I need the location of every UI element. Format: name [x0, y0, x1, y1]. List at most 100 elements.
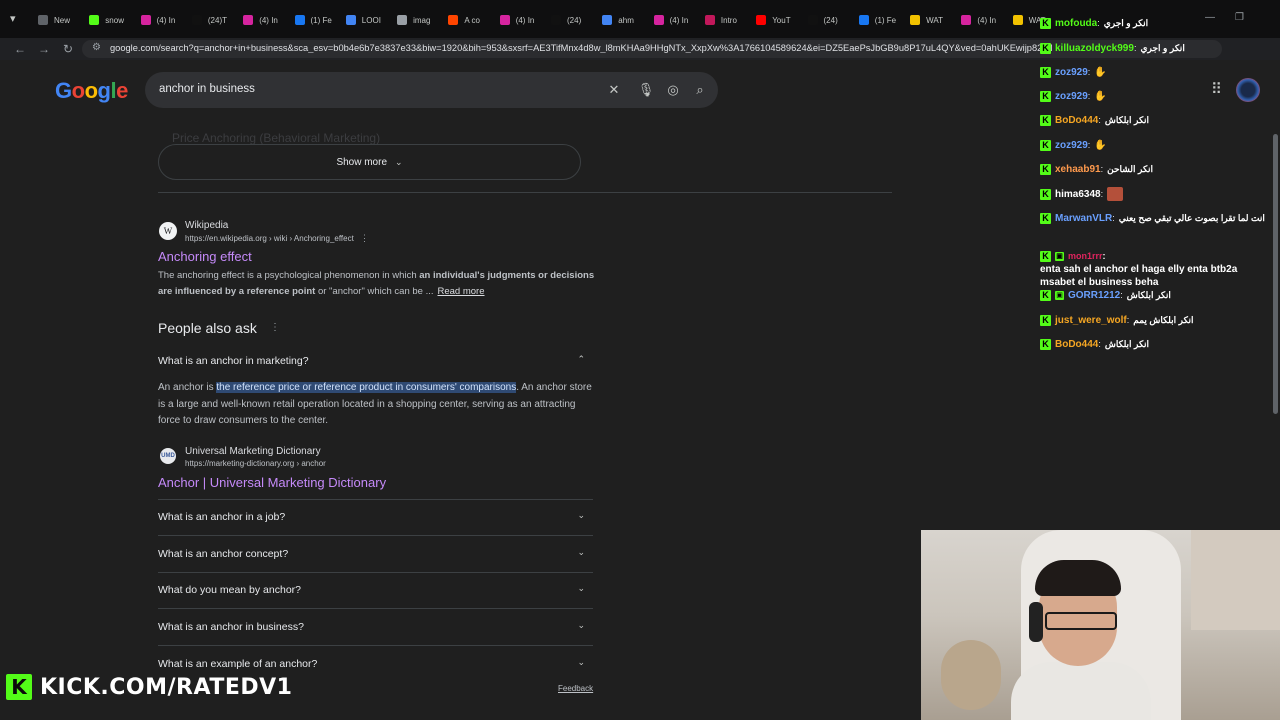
browser-tab[interactable]: snow — [89, 10, 134, 30]
logo-letter: g — [97, 78, 111, 103]
chat-username: BoDo444 — [1055, 114, 1099, 126]
browser-tab[interactable]: YouT — [756, 10, 801, 30]
browser-tab[interactable]: imag — [397, 10, 442, 30]
chevron-down-icon: ⌄ — [577, 547, 585, 557]
chat-message: Kjust_were_wolf: انكر ابلكاش يمم — [1040, 313, 1194, 327]
chat-username: mon1rrr — [1068, 251, 1103, 261]
back-icon[interactable]: ← — [12, 41, 28, 57]
browser-tab[interactable]: ahm — [602, 10, 647, 30]
chat-username: zoz929 — [1055, 90, 1088, 102]
chat-message: Kzoz929: ✋ — [1040, 138, 1107, 152]
browser-tab[interactable]: WAT — [910, 10, 955, 30]
hands-emoji-icon: ✋ — [1094, 90, 1107, 102]
browser-tab[interactable]: LOOI — [345, 10, 391, 30]
tab-search-icon[interactable]: ▾ — [10, 12, 26, 26]
search-box[interactable]: anchor in business ✕ 🎙 ◎ ⌕ — [145, 72, 718, 108]
webcam-person-body — [1011, 662, 1151, 720]
read-more-link[interactable]: Read more — [438, 286, 485, 297]
tab-label: (4) In — [515, 15, 535, 25]
chat-colon: : — [1120, 290, 1123, 300]
microphone-icon[interactable]: 🎙 — [637, 81, 655, 99]
browser-tab[interactable]: (24) — [807, 10, 853, 30]
browser-tab[interactable]: (4) In — [243, 10, 288, 30]
browser-tab[interactable]: Intro — [704, 10, 750, 30]
source-url[interactable]: https://marketing-dictionary.org › ancho… — [185, 459, 326, 468]
browser-tab[interactable]: (4) In — [961, 10, 1006, 30]
paa-question[interactable]: What is an anchor in a job? ⌄ — [158, 500, 593, 536]
instagram-icon — [499, 15, 510, 25]
more-options-icon[interactable]: ⋮ — [360, 233, 369, 244]
divider — [158, 645, 593, 646]
chat-colon: : — [1126, 315, 1130, 325]
paa-question[interactable]: What is an anchor concept? ⌄ — [158, 537, 593, 573]
maximize-icon[interactable]: ❐ — [1235, 12, 1244, 23]
browser-tab[interactable]: (24)T — [191, 10, 237, 30]
browser-tab[interactable]: A co — [448, 10, 493, 30]
chevron-up-icon: ⌃ — [577, 354, 585, 364]
search-icon[interactable]: ⌕ — [691, 81, 709, 99]
search-input[interactable]: anchor in business — [159, 83, 255, 95]
webcam-person-hair — [1035, 560, 1121, 596]
kick-badge-icon: K — [1040, 42, 1051, 54]
lens-icon[interactable]: ◎ — [664, 81, 682, 99]
result-url[interactable]: https://en.wikipedia.org › wiki › Anchor… — [185, 234, 354, 243]
browser-tab[interactable]: (1) Fe — [858, 10, 904, 30]
chat-message: Kzoz929: ✋ — [1040, 89, 1107, 103]
reddit-icon — [448, 15, 459, 25]
chevron-down-icon: ⌄ — [577, 510, 585, 520]
tab-label: (24) — [567, 15, 582, 25]
result-snippet: The anchoring effect is a psychological … — [158, 268, 598, 299]
tiktok-icon — [807, 15, 818, 25]
chevron-down-icon: ⌄ — [395, 156, 403, 167]
tiktok-icon — [551, 15, 561, 25]
faded-list-item: Price Anchoring (Behavioral Marketing) — [172, 131, 381, 145]
chat-username: just_were_wolf — [1055, 314, 1127, 326]
browser-tab[interactable]: (4) In — [140, 10, 186, 30]
browser-tab[interactable]: (1) Fe — [294, 10, 340, 30]
scrollbar[interactable] — [1273, 134, 1278, 414]
site-info-icon[interactable]: ⚙ — [92, 42, 101, 53]
chat-text: انكر ابلكاش يمم — [1133, 314, 1194, 325]
tab-label: YouT — [772, 15, 791, 25]
apps-icon[interactable]: ⠿ — [1211, 82, 1227, 98]
result-title-link[interactable]: Anchoring effect — [158, 249, 252, 264]
forward-icon[interactable]: → — [36, 41, 52, 57]
browser-tab[interactable]: (4) In — [499, 10, 545, 30]
google-logo[interactable]: Google — [55, 78, 128, 104]
browser-tab[interactable]: (24) — [551, 10, 596, 30]
paa-question-text: What is an anchor concept? — [158, 548, 289, 560]
google-icon — [345, 15, 356, 25]
umd-favicon: UMD — [160, 448, 176, 464]
tab-label: LOOI — [361, 15, 381, 25]
instagram-icon — [961, 15, 972, 25]
more-options-icon[interactable]: ⋮ — [270, 322, 280, 333]
chat-username: zoz929 — [1055, 66, 1088, 78]
chat-text: enta sah el anchor el haga elly enta btb… — [1040, 264, 1238, 288]
google-icon — [602, 15, 613, 25]
paa-question[interactable]: What do you mean by anchor? ⌄ — [158, 573, 593, 609]
facebook-icon — [294, 15, 305, 25]
paa-question-expanded[interactable]: What is an anchor in marketing? ⌃ — [158, 344, 593, 380]
chat-message: Kkilluazoldyck999: انكر و اجري — [1040, 41, 1185, 55]
browser-tab[interactable]: (4) In — [653, 10, 699, 30]
reload-icon[interactable]: ↻ — [60, 41, 76, 57]
snippet-text: or "anchor" which can be ... — [315, 285, 434, 297]
paa-question[interactable]: What is an anchor in business? ⌄ — [158, 610, 593, 646]
chat-message: K MarwanVLR: انت لما تقرا بصوت عالي تبقي ص… — [1040, 211, 1265, 225]
browser-tab[interactable]: New — [38, 10, 83, 30]
chat-message-multiline: K ▣ mon1rrr : enta sah el anchor el haga… — [1040, 250, 1270, 289]
paa-question-text: What is an example of an anchor? — [158, 658, 318, 670]
kick-badge-icon: K — [1040, 90, 1051, 102]
show-more-button[interactable]: Show more ⌄ — [158, 144, 581, 180]
tab-label: imag — [413, 15, 431, 25]
glasses-icon — [1045, 612, 1117, 630]
site-icon — [704, 15, 715, 25]
feedback-link[interactable]: Feedback — [558, 684, 593, 693]
clear-icon[interactable]: ✕ — [605, 81, 623, 99]
account-avatar[interactable] — [1236, 78, 1260, 102]
source-title-link[interactable]: Anchor | Universal Marketing Dictionary — [158, 475, 386, 490]
kick-banner: K KICK.COM/RATEDV1 — [6, 672, 292, 702]
minimize-icon[interactable]: — — [1205, 12, 1215, 23]
chat-username: zoz929 — [1055, 139, 1088, 151]
tab-label: (1) Fe — [310, 15, 332, 25]
